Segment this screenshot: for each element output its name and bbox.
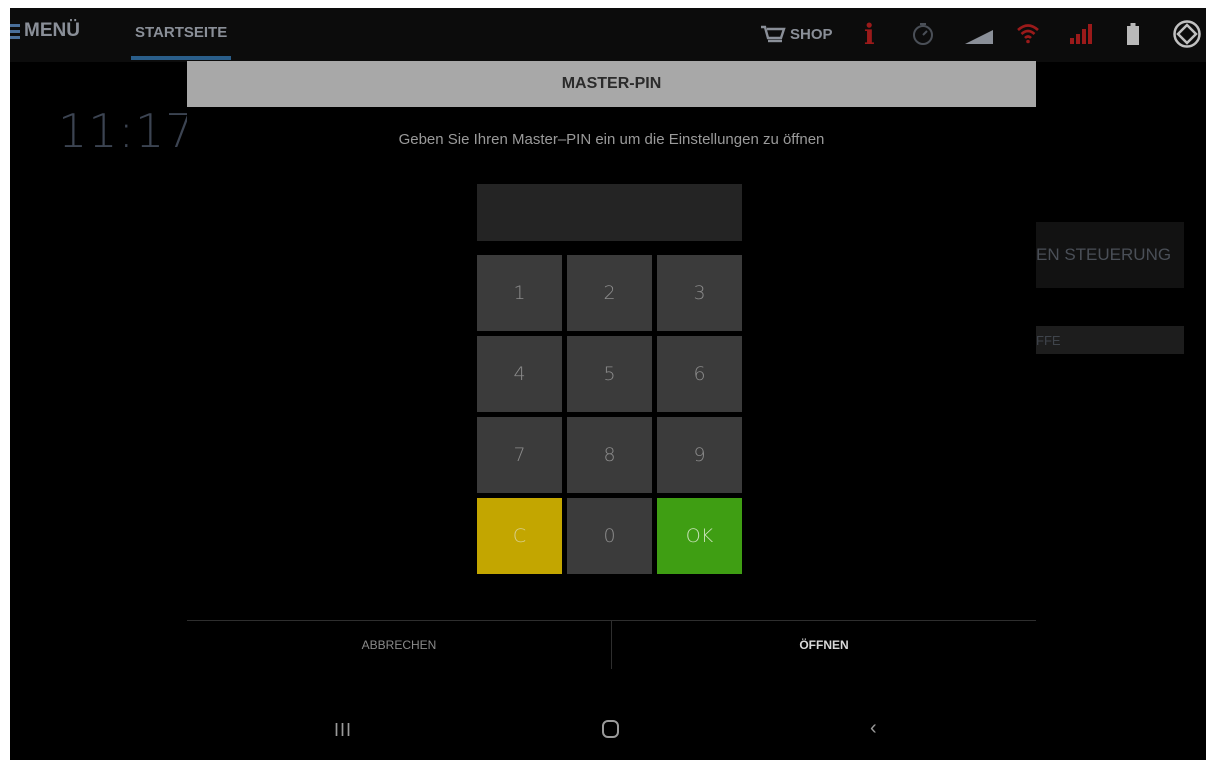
screen: MENÜ STARTSEITE SHOP i 11:17 EN STEUERUN… — [10, 8, 1206, 760]
menu-icon — [10, 21, 20, 42]
key-6[interactable]: 6 — [657, 336, 742, 412]
tab-active-indicator — [131, 56, 231, 60]
key-7[interactable]: 7 — [477, 417, 562, 493]
signal-icon — [965, 30, 993, 44]
pin-input[interactable] — [477, 184, 742, 241]
shop-button[interactable]: SHOP — [760, 24, 833, 44]
key-4[interactable]: 4 — [477, 336, 562, 412]
menu-label: MENÜ — [24, 20, 80, 41]
key-9[interactable]: 9 — [657, 417, 742, 493]
app-logo-icon[interactable] — [1173, 20, 1201, 48]
cellular-bars-icon — [1070, 24, 1092, 44]
navigation-bar: III ‹ — [10, 714, 1206, 760]
key-2[interactable]: 2 — [567, 255, 652, 331]
steuerung-label: EN STEUERUNG — [1036, 245, 1172, 264]
key-3[interactable]: 3 — [657, 255, 742, 331]
home-icon[interactable] — [602, 720, 619, 738]
info-icon[interactable]: i — [864, 18, 875, 51]
timer-icon[interactable] — [912, 22, 934, 46]
open-button[interactable]: ÖFFNEN — [612, 621, 1036, 669]
shop-label: SHOP — [790, 25, 833, 43]
clear-button[interactable]: C — [477, 498, 562, 574]
ok-button[interactable]: OK — [657, 498, 742, 574]
background-field[interactable]: FFE — [1036, 326, 1184, 354]
tab-startseite[interactable]: STARTSEITE — [135, 24, 227, 41]
top-bar: MENÜ STARTSEITE SHOP i — [10, 8, 1206, 62]
clock: 11:17 — [58, 104, 196, 158]
cancel-button[interactable]: ABBRECHEN — [187, 621, 611, 669]
dialog-message: Geben Sie Ihren Master–PIN ein um die Ei… — [398, 131, 825, 148]
master-pin-dialog: MASTER-PIN Geben Sie Ihren Master–PIN ei… — [187, 61, 1036, 669]
key-0[interactable]: 0 — [567, 498, 652, 574]
cart-icon — [761, 25, 786, 43]
key-8[interactable]: 8 — [567, 417, 652, 493]
dialog-title: MASTER-PIN — [187, 61, 1036, 107]
recent-apps-icon[interactable]: III — [334, 720, 352, 741]
wifi-icon — [1017, 24, 1039, 44]
key-1[interactable]: 1 — [477, 255, 562, 331]
menu-button[interactable]: MENÜ — [10, 20, 80, 42]
key-5[interactable]: 5 — [567, 336, 652, 412]
back-icon[interactable]: ‹ — [870, 717, 877, 740]
steuerung-tile[interactable]: EN STEUERUNG — [1036, 222, 1184, 288]
battery-icon — [1127, 23, 1139, 45]
background-field-label: FFE — [1036, 332, 1061, 348]
